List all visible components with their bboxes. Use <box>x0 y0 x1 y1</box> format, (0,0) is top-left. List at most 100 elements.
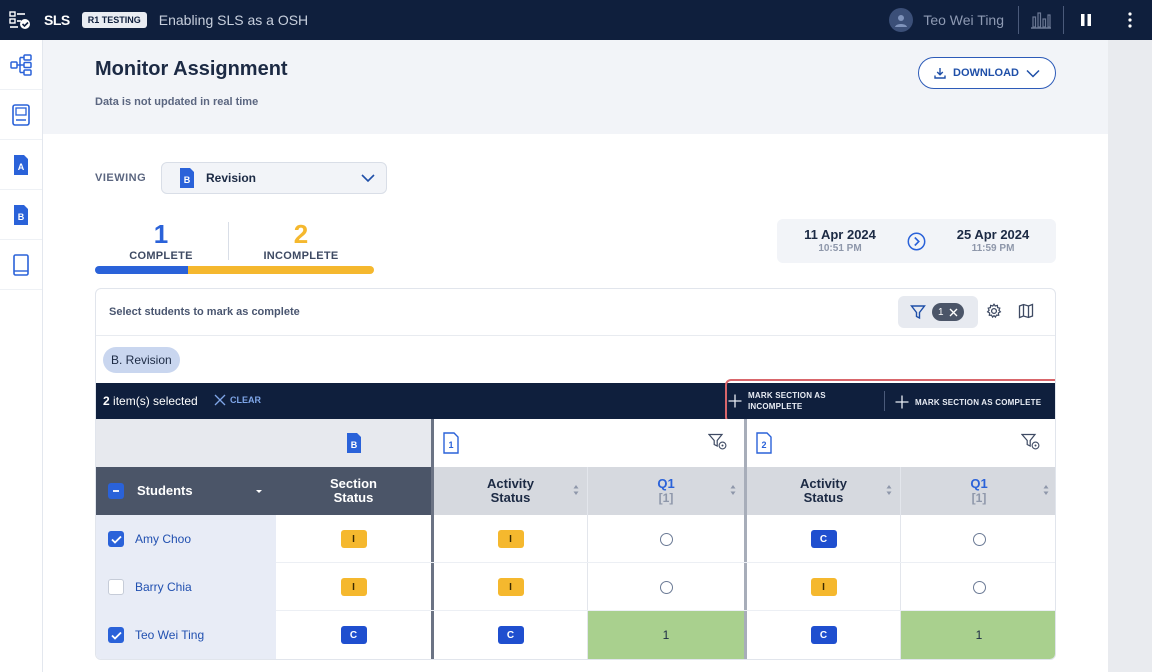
not-attempted-icon[interactable] <box>659 532 673 546</box>
incomplete-count[interactable]: 2 INCOMPLETE <box>258 220 344 262</box>
filter-icon[interactable] <box>910 304 926 320</box>
page-title: Monitor Assignment <box>95 58 288 80</box>
svg-text:B: B <box>184 175 191 185</box>
user-avatar[interactable] <box>889 8 914 32</box>
filter-count-chip[interactable]: 1 <box>932 303 964 321</box>
activity-1-status-header[interactable]: Activity Status <box>434 467 587 515</box>
page-header: Monitor Assignment Data is not updated i… <box>43 40 1108 134</box>
start-date-value: 11 Apr 2024 <box>804 227 876 242</box>
mark-complete-label: MARK SECTION AS COMPLETE <box>915 397 1042 407</box>
section-status-cell: I <box>276 515 431 563</box>
viewing-select[interactable]: B Revision <box>161 162 387 194</box>
student-name[interactable]: Amy Choo <box>135 532 191 546</box>
status-badge[interactable]: C <box>497 626 524 644</box>
filter-settings-icon[interactable] <box>1021 433 1041 451</box>
filter-settings-icon[interactable] <box>708 433 728 451</box>
row-checkbox[interactable] <box>108 627 124 643</box>
q1-score-cell[interactable] <box>588 563 744 611</box>
status-badge[interactable]: I <box>497 578 524 596</box>
end-date-value: 25 Apr 2024 <box>956 227 1030 242</box>
gear-icon[interactable] <box>986 303 1002 319</box>
section-status-cell: I <box>276 563 431 611</box>
activity-2-status-header[interactable]: Activity Status <box>747 467 900 515</box>
activity-2-q1-header[interactable]: Q1 [1] <box>901 467 1055 515</box>
sort-icon[interactable] <box>573 484 579 496</box>
sort-icon[interactable] <box>886 484 892 496</box>
selection-bar: 2 item(s) selected CLEAR MARK SECTION AS… <box>96 379 1055 423</box>
caret-down-icon[interactable] <box>255 489 263 494</box>
pause-icon[interactable] <box>1064 0 1108 40</box>
status-badge[interactable]: C <box>810 626 837 644</box>
student-name[interactable]: Barry Chia <box>135 580 192 594</box>
download-label: DOWNLOAD <box>953 67 1019 79</box>
status-badge[interactable]: C <box>810 530 837 548</box>
close-icon[interactable] <box>949 308 958 317</box>
selection-count: 2 item(s) selected <box>103 394 198 408</box>
row-checkbox[interactable] <box>108 579 124 595</box>
activity-2-icon[interactable]: 2 <box>755 432 773 454</box>
activity-1-group-header: 1 <box>434 419 744 467</box>
section-status-cell: C <box>276 611 431 659</box>
sls-logo[interactable]: SLS <box>44 12 70 28</box>
more-vertical-icon[interactable] <box>1108 0 1152 40</box>
status-badge[interactable]: I <box>340 578 367 596</box>
start-time-value: 10:51 PM <box>818 243 862 254</box>
not-attempted-icon[interactable] <box>972 532 986 546</box>
table-row: Amy Choo <box>96 515 276 563</box>
section-a-icon[interactable]: A <box>0 140 42 190</box>
lesson-icon[interactable] <box>0 90 42 140</box>
map-icon[interactable] <box>1018 303 1034 319</box>
not-attempted-icon[interactable] <box>972 580 986 594</box>
activity-status-cell: I <box>434 515 587 563</box>
book-icon[interactable] <box>0 240 42 290</box>
q1-score-cell[interactable] <box>901 563 1055 611</box>
section-tag[interactable]: B. Revision <box>103 347 180 373</box>
plus-icon <box>895 395 909 409</box>
filter-toolbar: 1 <box>898 296 978 328</box>
section-b-icon[interactable]: B <box>0 190 42 240</box>
close-icon <box>214 394 226 406</box>
activity-status-cell: I <box>434 563 587 611</box>
mark-incomplete-button[interactable]: MARK SECTION AS INCOMPLETE <box>728 390 826 412</box>
complete-count[interactable]: 1 COMPLETE <box>120 220 202 262</box>
row-checkbox[interactable] <box>108 531 124 547</box>
activity-status-cell: C <box>747 611 900 659</box>
students-column-header[interactable]: Students <box>96 467 276 515</box>
student-name[interactable]: Teo Wei Ting <box>135 628 204 642</box>
sort-icon[interactable] <box>1043 484 1049 496</box>
q1-score-cell[interactable] <box>901 515 1055 563</box>
user-name[interactable]: Teo Wei Ting <box>923 12 1004 28</box>
chevron-down-icon <box>361 174 375 183</box>
sort-icon[interactable] <box>730 484 736 496</box>
status-badge[interactable]: C <box>340 626 367 644</box>
q1-score-cell[interactable]: 1 <box>588 611 744 659</box>
chevron-down-icon <box>1026 69 1040 78</box>
incomplete-label: INCOMPLETE <box>263 250 339 262</box>
lesson-map-icon[interactable] <box>0 40 42 90</box>
q1-score-cell[interactable] <box>588 515 744 563</box>
mark-complete-button[interactable]: MARK SECTION AS COMPLETE <box>895 395 1041 409</box>
activity-status-cell: I <box>747 563 900 611</box>
date-range: 11 Apr 2024 10:51 PM 25 Apr 2024 11:59 P… <box>777 219 1056 263</box>
download-button[interactable]: DOWNLOAD <box>918 57 1056 89</box>
status-badge[interactable]: I <box>340 530 367 548</box>
activity-status-cell: C <box>434 611 587 659</box>
clear-selection-button[interactable]: CLEAR <box>214 394 261 406</box>
status-badge[interactable]: I <box>810 578 837 596</box>
top-bar: SLS R1 TESTING Enabling SLS as a OSH Teo… <box>0 0 1152 40</box>
svg-text:B: B <box>350 440 357 450</box>
group-header-blank <box>96 419 276 467</box>
not-attempted-icon[interactable] <box>659 580 673 594</box>
students-table-panel: Select students to mark as complete 1 B.… <box>95 288 1056 660</box>
activity-1-icon[interactable]: 1 <box>442 432 460 454</box>
activity-1-q1-header[interactable]: Q1 [1] <box>588 467 744 515</box>
arrow-right-circle-icon <box>907 232 926 251</box>
q1-score: 1 <box>662 628 670 642</box>
select-all-checkbox[interactable] <box>108 483 124 499</box>
q1-score-cell[interactable]: 1 <box>901 611 1055 659</box>
course-title: Enabling SLS as a OSH <box>158 12 309 28</box>
bar-chart-icon[interactable] <box>1019 0 1063 40</box>
left-rail: A B <box>0 40 43 672</box>
status-badge[interactable]: I <box>497 530 524 548</box>
app-menu-icon[interactable] <box>0 0 40 40</box>
